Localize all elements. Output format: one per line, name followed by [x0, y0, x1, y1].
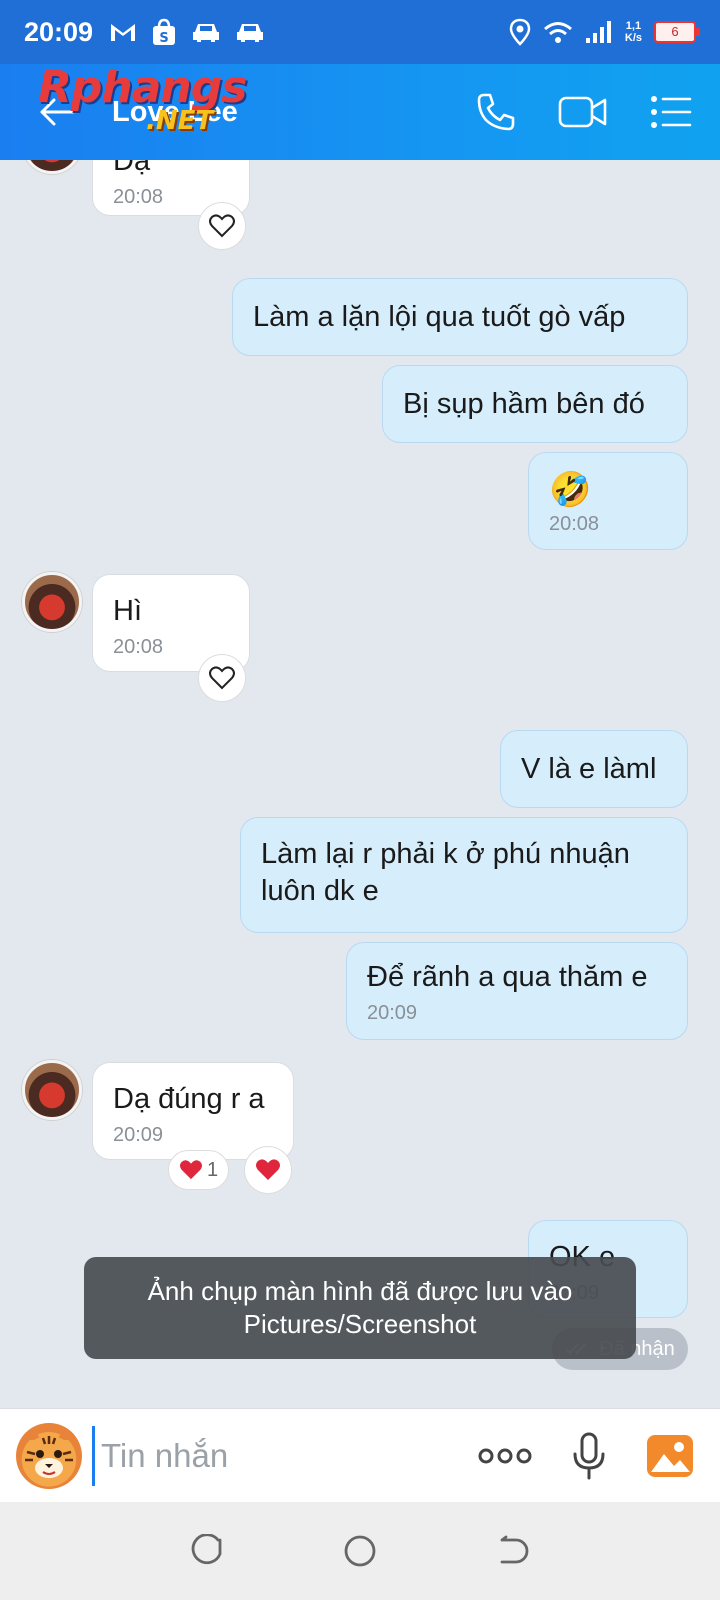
message-time: 20:09 [367, 1002, 418, 1024]
arrow-left-icon [40, 98, 75, 126]
message-outgoing[interactable]: Bị sụp hầm bên đó [382, 365, 688, 443]
status-time: 20:09 [24, 16, 94, 47]
contact-name[interactable]: Love Lee [112, 96, 238, 129]
microphone-icon[interactable] [572, 1432, 606, 1480]
contact-avatar[interactable] [22, 160, 82, 174]
message-time: 20:08 [549, 513, 600, 535]
back-button[interactable] [30, 85, 84, 139]
message-outgoing[interactable]: V là e làml [500, 730, 688, 808]
car-icon [237, 24, 264, 42]
home-icon[interactable] [343, 1534, 377, 1568]
back-nav-icon[interactable] [496, 1534, 530, 1568]
contact-avatar[interactable] [22, 572, 82, 632]
shopee-icon: S [153, 18, 176, 46]
message-text: V là e làml [521, 753, 657, 785]
recent-apps-icon[interactable] [190, 1534, 224, 1568]
message-list[interactable]: Dạ 20:08 Làm a lặn lội qua tuốt gò vấp B… [0, 160, 720, 1408]
like-button[interactable] [198, 654, 246, 702]
toast-line-2: Pictures/Screenshot [243, 1309, 477, 1339]
menu-icon[interactable] [650, 95, 692, 129]
reaction-summary[interactable]: 1 [168, 1150, 230, 1190]
location-icon [509, 18, 531, 46]
network-speed: 1,1 K/s [625, 20, 642, 44]
message-time: 20:09 [113, 1124, 164, 1146]
heart-icon [256, 1159, 280, 1180]
like-button[interactable] [198, 202, 246, 250]
system-icons: 1,1 K/s 6 [509, 18, 700, 46]
toast-line-1: Ảnh chụp màn hình đã được lưu vào [147, 1276, 573, 1306]
reaction-count: 1 [207, 1158, 219, 1181]
phone-icon[interactable] [476, 92, 516, 132]
message-outgoing[interactable]: Để rãnh a qua thăm e 20:09 [346, 942, 688, 1040]
message-outgoing[interactable]: 🤣 20:08 [528, 452, 688, 550]
message-text: Hì [113, 595, 142, 627]
screenshot-toast: Ảnh chụp màn hình đã được lưu vào Pictur… [84, 1257, 636, 1359]
header-actions [476, 92, 692, 132]
system-navigation-bar [0, 1502, 720, 1600]
contact-avatar[interactable] [22, 1060, 82, 1120]
message-text: Dạ đúng r a [113, 1083, 265, 1115]
more-icon[interactable] [478, 1446, 532, 1466]
like-button[interactable] [244, 1146, 292, 1194]
speed-unit: K/s [624, 32, 642, 44]
message-text: Để rãnh a qua thăm e [367, 961, 648, 993]
svg-text:S: S [159, 31, 168, 46]
message-text: Dạ [113, 160, 151, 177]
image-gallery-icon[interactable] [646, 1434, 694, 1478]
tiger-sticker-icon [23, 1429, 75, 1480]
heart-outline-icon [209, 214, 235, 238]
message-input[interactable] [92, 1425, 432, 1486]
sticker-button[interactable] [16, 1422, 82, 1489]
message-outgoing[interactable]: Làm a lặn lội qua tuốt gò vấp [232, 278, 688, 356]
composer-actions [478, 1432, 694, 1480]
signal-icon [585, 21, 611, 43]
composer-bar [0, 1408, 720, 1502]
speed-value: 1,1 [625, 20, 642, 32]
heart-icon [180, 1160, 202, 1180]
message-text: Làm a lặn lội qua tuốt gò vấp [253, 301, 626, 333]
message-outgoing[interactable]: Làm lại r phải k ở phú nhuận luôn dk e [240, 817, 688, 933]
battery-icon: 6 [654, 21, 700, 43]
wifi-icon [543, 22, 572, 43]
notification-icons: S [109, 18, 265, 46]
chat-header: Love Lee Rphangs .NET [0, 64, 720, 160]
video-call-icon[interactable] [558, 94, 608, 130]
gmail-icon [111, 24, 136, 41]
message-text: Bị sụp hầm bên đó [403, 388, 645, 420]
heart-outline-icon [209, 666, 235, 690]
message-text: Làm lại r phải k ở phú nhuận luôn dk e [261, 838, 630, 907]
car-icon [193, 24, 220, 42]
message-emoji: 🤣 [549, 471, 592, 509]
status-bar: 20:09 S 1,1 K/s 6 [0, 0, 720, 64]
